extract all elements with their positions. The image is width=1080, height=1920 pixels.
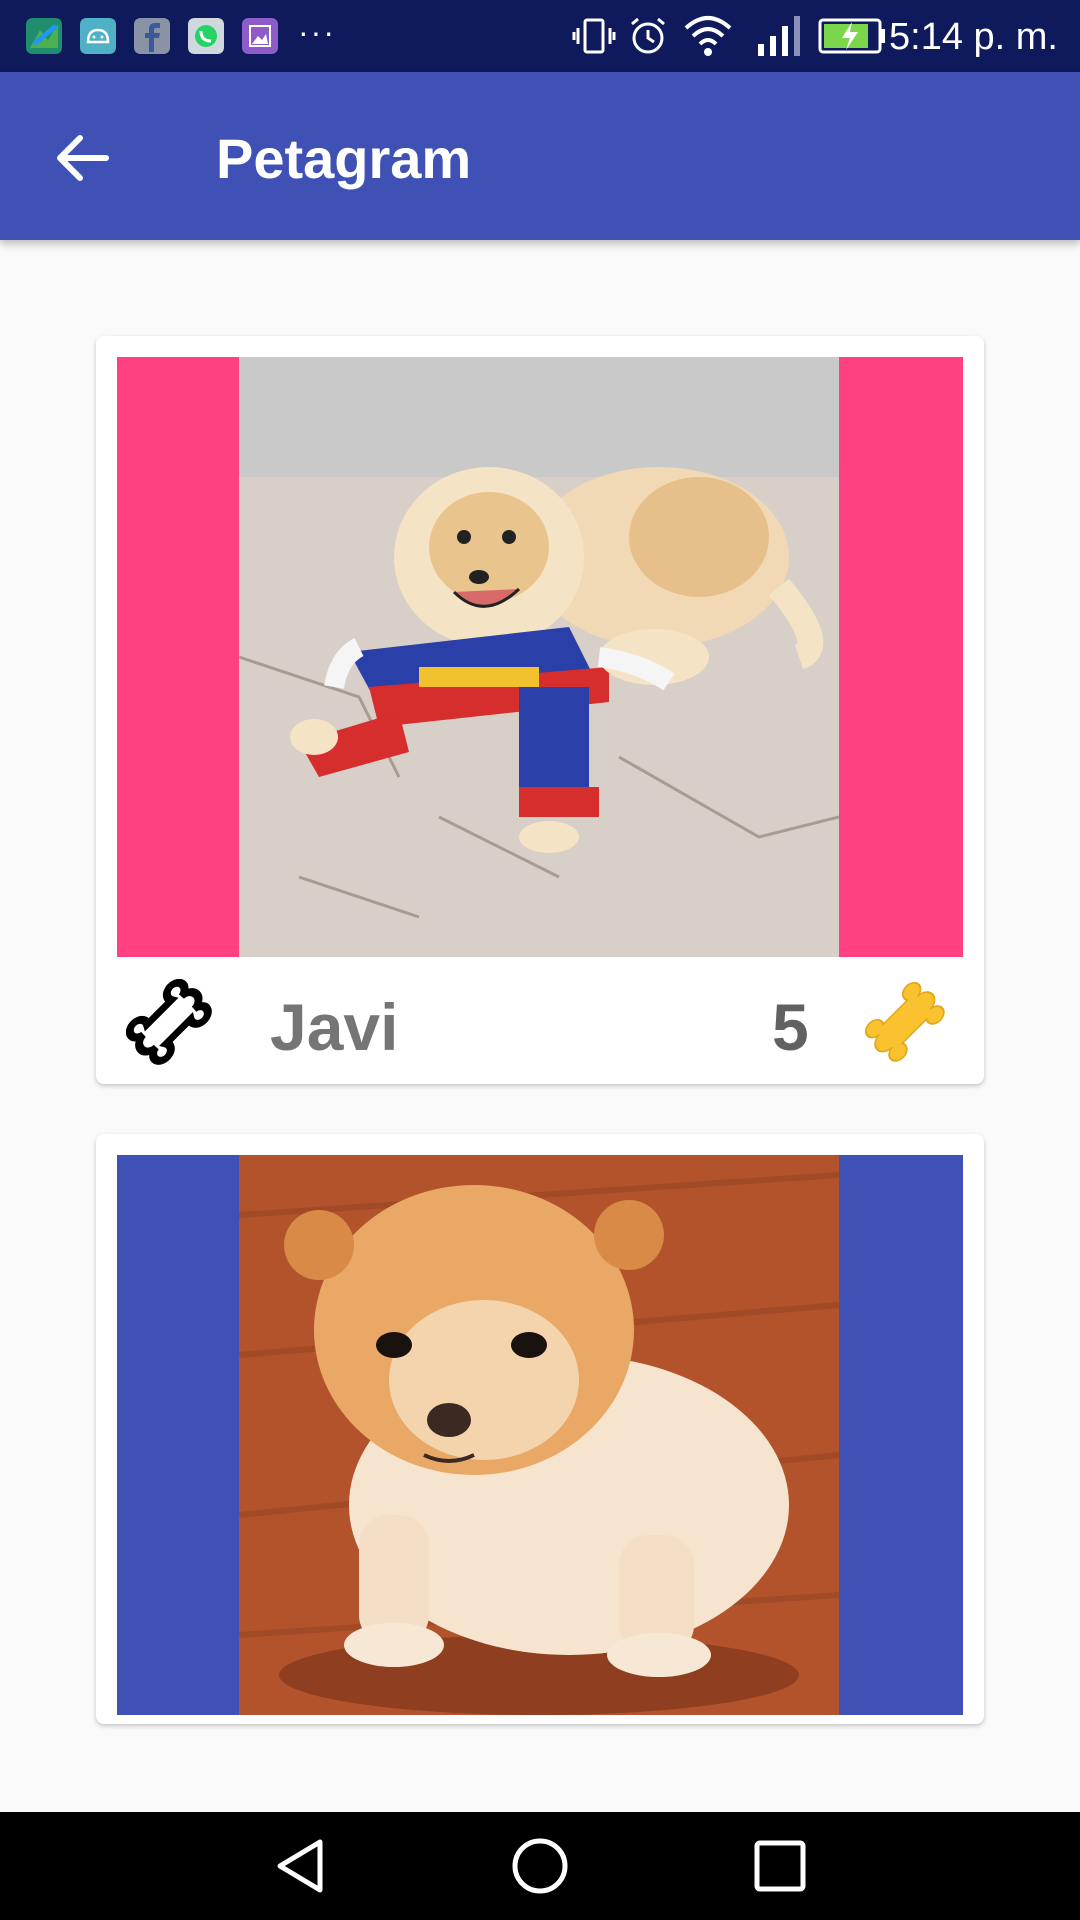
pet-photo-frame [117,357,963,957]
pet-name: Javi [270,990,399,1064]
battery-charging-icon [818,18,885,54]
gallery-icon [242,18,278,54]
alarm-icon [631,17,665,54]
pet-card-footer: Javi 5 [96,957,984,1084]
back-triangle-icon[interactable] [272,1836,332,1896]
pet-photo [239,357,839,957]
pet-like-count: 5 [772,990,809,1064]
bone-rating-icon [864,981,945,1062]
whatsapp-icon [188,18,224,54]
status-bar: ··· 5:14 p. m. [0,0,1080,72]
bone-outline-icon[interactable] [126,979,212,1065]
recents-square-icon[interactable] [750,1836,810,1896]
facebook-icon [134,18,170,54]
arrow-back-icon[interactable] [48,128,120,188]
pet-photo [239,1155,839,1715]
maps-icon [26,18,62,54]
pet-card [96,1134,984,1724]
navigation-bar [0,1812,1080,1920]
vibrate-icon [572,18,616,54]
app-bar: Petagram [0,72,1080,240]
more-notifications-indicator: ··· [298,14,336,50]
android-icon [80,18,116,54]
pet-card: Javi 5 [96,336,984,1084]
pet-photo-frame [117,1155,963,1715]
wifi-icon [684,16,732,56]
signal-icon [758,16,800,56]
home-circle-icon[interactable] [510,1836,570,1896]
app-title: Petagram [216,127,472,190]
status-time: 5:14 p. m. [889,16,1058,58]
